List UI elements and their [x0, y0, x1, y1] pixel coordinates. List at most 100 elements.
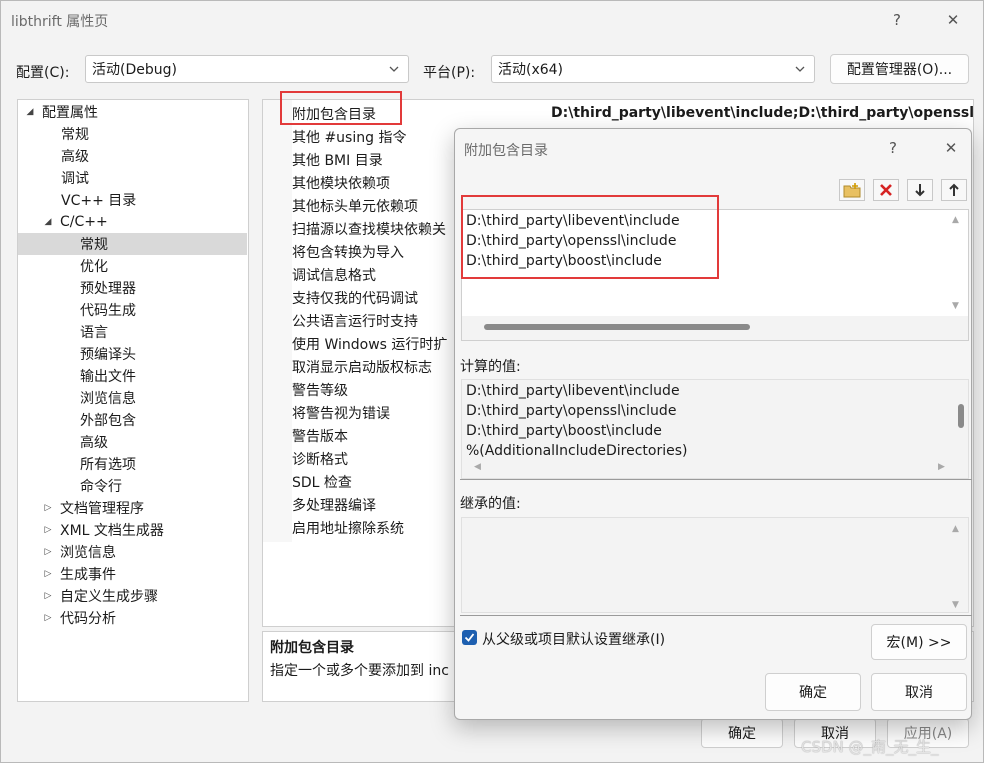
tree-item[interactable]: 命令行: [18, 475, 247, 497]
caret-collapsed-icon[interactable]: ▷: [42, 525, 54, 535]
tree-item-label: 浏览信息: [80, 391, 136, 407]
ok-button[interactable]: 确定: [701, 718, 783, 748]
property-name[interactable]: 其他模块依赖项: [263, 171, 453, 194]
caret-collapsed-icon[interactable]: ▷: [42, 547, 54, 557]
scroll-thumb[interactable]: [484, 324, 750, 330]
scroll-right-icon[interactable]: ▶: [938, 462, 945, 472]
horizontal-scrollbar[interactable]: [462, 316, 968, 340]
tree-item[interactable]: 所有选项: [18, 453, 247, 475]
tree-item-label: 调试: [61, 171, 89, 187]
property-name[interactable]: 使用 Windows 运行时扩: [263, 332, 453, 355]
watermark: CSDN @_南_无_生_: [801, 738, 939, 756]
tree-item-label: 代码生成: [80, 303, 136, 319]
config-select[interactable]: 活动(Debug): [85, 55, 409, 83]
include-dirs-dialog: 附加包含目录 ? ✕ D:\third_party\libevent\inclu…: [454, 128, 972, 720]
macro-button[interactable]: 宏(M) >>: [871, 624, 967, 660]
tree-item[interactable]: ◢ C/C++: [18, 211, 247, 233]
scroll-up-icon[interactable]: ▲: [952, 215, 959, 225]
tree-item-label: 文档管理程序: [60, 501, 144, 517]
tree-item[interactable]: ◢ 配置属性: [18, 101, 247, 123]
tree-item[interactable]: 调试: [18, 167, 247, 189]
scroll-down-icon[interactable]: ▼: [952, 301, 959, 311]
tree-item[interactable]: ▷ 自定义生成步骤: [18, 585, 247, 607]
category-tree: ◢ 配置属性 常规 高级 调试 VC++ 目录 ◢ C/C++ 常规 优化 预处理器 代码生成 语言 预编…: [17, 99, 249, 702]
platform-label: 平台(P):: [423, 65, 476, 81]
property-name[interactable]: 取消显示启动版权标志: [263, 355, 453, 378]
platform-value: 活动(x64): [498, 62, 564, 78]
scroll-down-icon[interactable]: ▼: [952, 600, 959, 610]
property-name[interactable]: 其他 #using 指令: [263, 125, 453, 148]
tree-item[interactable]: 浏览信息: [18, 387, 247, 409]
caret-collapsed-icon[interactable]: ▷: [42, 613, 54, 623]
tree-item[interactable]: ▷ XML 文档生成器: [18, 519, 247, 541]
description-text: 指定一个或多个要添加到 inc: [270, 663, 449, 679]
inherit-checkbox[interactable]: [462, 630, 477, 645]
tree-item[interactable]: 优化: [18, 255, 247, 277]
caret-collapsed-icon[interactable]: ▷: [42, 503, 54, 513]
property-name[interactable]: 警告等级: [263, 378, 453, 401]
computed-line: D:\third_party\openssl\include: [466, 403, 677, 419]
tree-item-label: 高级: [80, 435, 108, 451]
tree-item[interactable]: 外部包含: [18, 409, 247, 431]
tree-item[interactable]: 输出文件: [18, 365, 247, 387]
tree-item[interactable]: 高级: [18, 431, 247, 453]
property-name[interactable]: 启用地址擦除系统: [263, 516, 453, 539]
tree-item[interactable]: ▷ 浏览信息: [18, 541, 247, 563]
inherited-values: ▲ ▼: [461, 517, 969, 613]
tree-item-label: 优化: [80, 259, 108, 275]
tree-item-label: 自定义生成步骤: [60, 589, 158, 605]
platform-select[interactable]: 活动(x64): [491, 55, 815, 83]
window-title: libthrift 属性页: [11, 14, 109, 30]
scroll-left-icon[interactable]: ◀: [474, 462, 481, 472]
tree-item[interactable]: ▷ 代码分析: [18, 607, 247, 629]
tree-item[interactable]: 高级: [18, 145, 247, 167]
property-name[interactable]: 其他标头单元依赖项: [263, 194, 453, 217]
tree-item[interactable]: 常规: [18, 233, 247, 255]
property-name[interactable]: SDL 检查: [263, 470, 453, 493]
config-label: 配置(C):: [16, 65, 70, 81]
dialog-close-button[interactable]: ✕: [937, 135, 965, 161]
tree-item[interactable]: VC++ 目录: [18, 189, 247, 211]
caret-expanded-icon[interactable]: ◢: [24, 107, 36, 117]
caret-collapsed-icon[interactable]: ▷: [42, 569, 54, 579]
tree-item-label: 外部包含: [80, 413, 136, 429]
config-manager-button[interactable]: 配置管理器(O)...: [830, 54, 969, 84]
move-down-button[interactable]: [907, 179, 933, 201]
inherit-checkbox-label[interactable]: 从父级或项目默认设置继承(I): [482, 629, 665, 649]
tree-item[interactable]: ▷ 文档管理程序: [18, 497, 247, 519]
dialog-cancel-button[interactable]: 取消: [871, 673, 967, 711]
close-button[interactable]: ✕: [939, 7, 967, 33]
config-value: 活动(Debug): [92, 62, 177, 78]
property-name[interactable]: 多处理器编译: [263, 493, 453, 516]
tree-item[interactable]: 预编译头: [18, 343, 247, 365]
tree-item-label: 生成事件: [60, 567, 116, 583]
caret-collapsed-icon[interactable]: ▷: [42, 591, 54, 601]
property-name[interactable]: 调试信息格式: [263, 263, 453, 286]
property-name[interactable]: 将警告视为错误: [263, 401, 453, 424]
delete-line-button[interactable]: [873, 179, 899, 201]
property-name[interactable]: 其他 BMI 目录: [263, 148, 453, 171]
tree-item[interactable]: 常规: [18, 123, 247, 145]
caret-expanded-icon[interactable]: ◢: [42, 217, 54, 227]
dialog-ok-button[interactable]: 确定: [765, 673, 861, 711]
tree-item-label: 代码分析: [60, 611, 116, 627]
tree-item[interactable]: 语言: [18, 321, 247, 343]
tree-item[interactable]: ▷ 生成事件: [18, 563, 247, 585]
property-value[interactable]: D:\third_party\libevent\include;D:\third…: [551, 105, 973, 121]
property-name[interactable]: 支持仅我的代码调试: [263, 286, 453, 309]
computed-line: %(AdditionalIncludeDirectories): [466, 443, 688, 459]
property-name[interactable]: 诊断格式: [263, 447, 453, 470]
help-button[interactable]: ?: [883, 7, 911, 33]
new-line-button[interactable]: [839, 179, 865, 201]
property-name[interactable]: 警告版本: [263, 424, 453, 447]
property-name[interactable]: 公共语言运行时支持: [263, 309, 453, 332]
property-name[interactable]: 扫描源以查找模块依赖关: [263, 217, 453, 240]
dialog-help-button[interactable]: ?: [879, 135, 907, 161]
move-up-button[interactable]: [941, 179, 967, 201]
tree-item[interactable]: 代码生成: [18, 299, 247, 321]
property-name[interactable]: 将包含转换为导入: [263, 240, 453, 263]
scroll-up-icon[interactable]: ▲: [952, 524, 959, 534]
tree-item[interactable]: 预处理器: [18, 277, 247, 299]
scroll-thumb[interactable]: [958, 404, 964, 428]
tree-item-label: 预处理器: [80, 281, 136, 297]
